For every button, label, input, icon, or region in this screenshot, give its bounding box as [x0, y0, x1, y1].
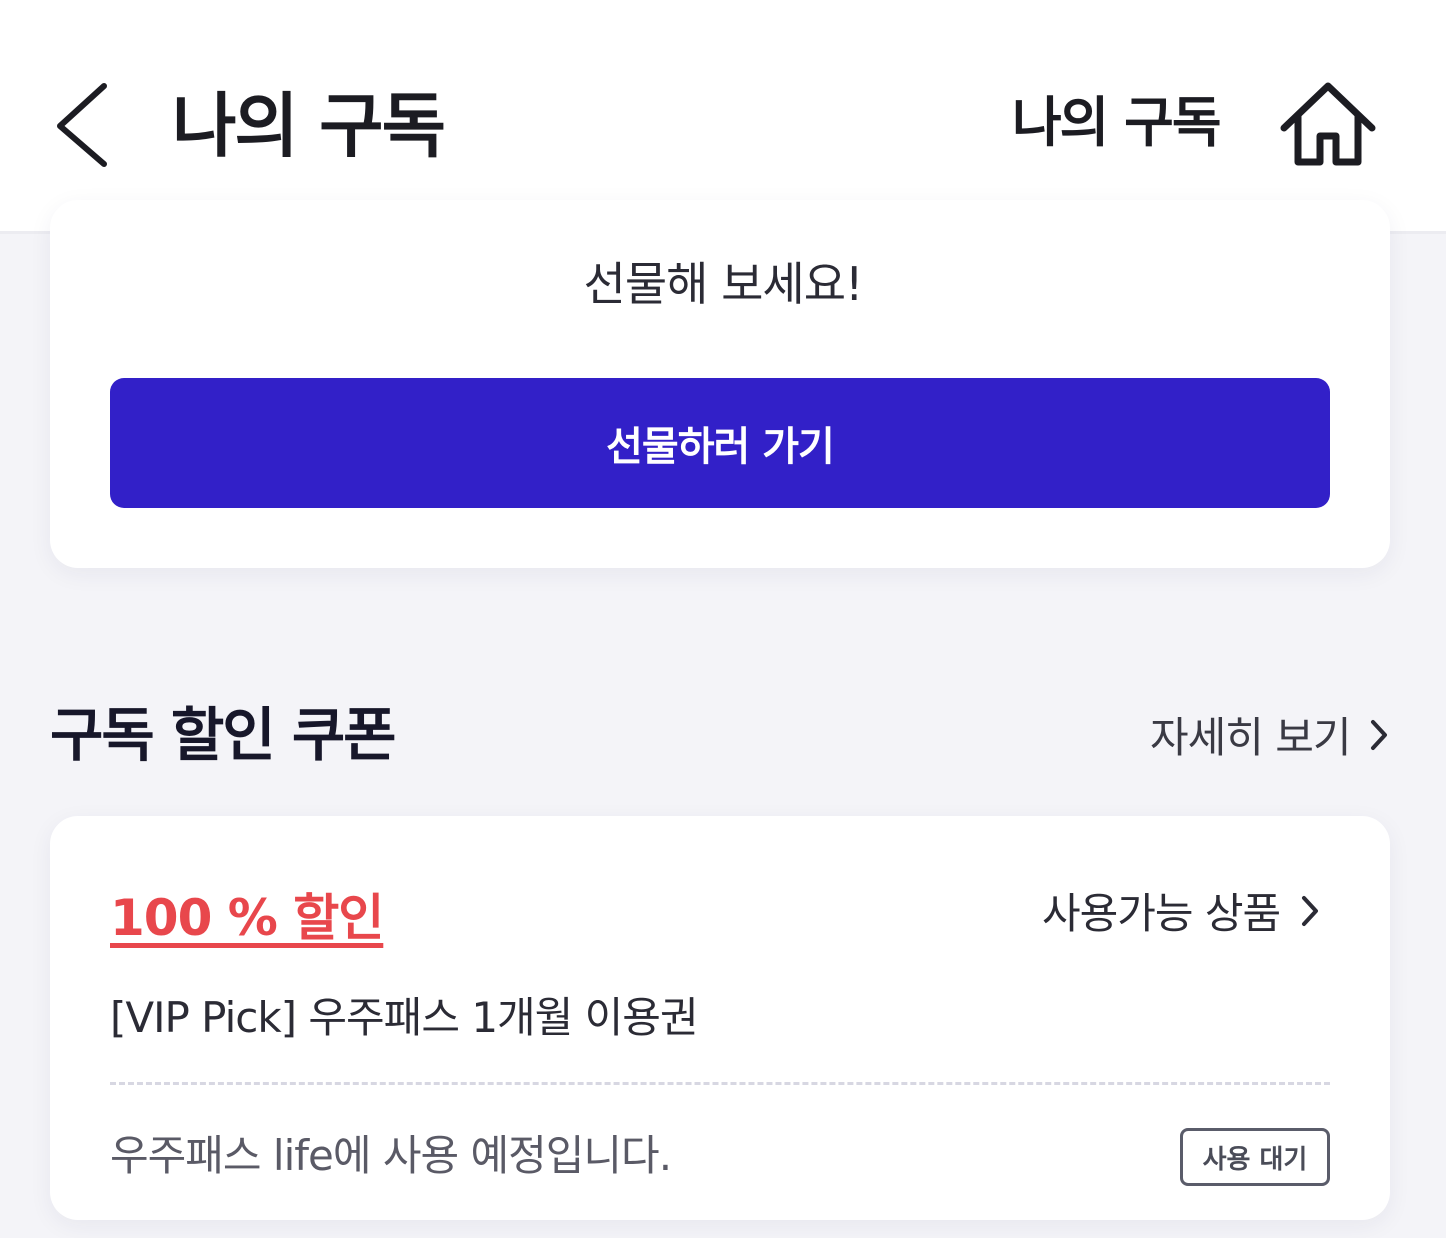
home-button[interactable] [1276, 78, 1380, 174]
chevron-left-icon [57, 83, 107, 167]
detail-link[interactable]: 자세히 보기 [1150, 704, 1389, 765]
coupon-discount[interactable]: 100 % 할인 [110, 878, 384, 950]
status-badge: 사용 대기 [1180, 1128, 1330, 1186]
back-button[interactable] [48, 78, 120, 174]
chevron-right-icon [1370, 719, 1387, 750]
page-title: 나의 구독 [172, 85, 446, 167]
header-right-title: 나의 구독 [1012, 91, 1222, 154]
available-products-link[interactable]: 사용가능 상품 [1042, 880, 1320, 941]
coupon-usage-note: 우주패스 life에 사용 예정입니다. [110, 1131, 672, 1180]
divider [110, 1082, 1330, 1085]
chevron-right-icon [1302, 895, 1319, 926]
section-title: 구독 할인 쿠폰 [50, 701, 397, 769]
app-header: 나의 구독 나의 구독 [0, 0, 1446, 234]
gift-message: 선물해 보세요! [583, 257, 864, 311]
coupon-name: [VIP Pick] 우주패스 1개월 이용권 [110, 993, 699, 1042]
detail-link-label: 자세히 보기 [1150, 713, 1352, 762]
gift-button[interactable]: 선물하러 가기 [110, 378, 1330, 508]
home-icon [1280, 82, 1376, 166]
available-products-label: 사용가능 상품 [1042, 889, 1281, 938]
